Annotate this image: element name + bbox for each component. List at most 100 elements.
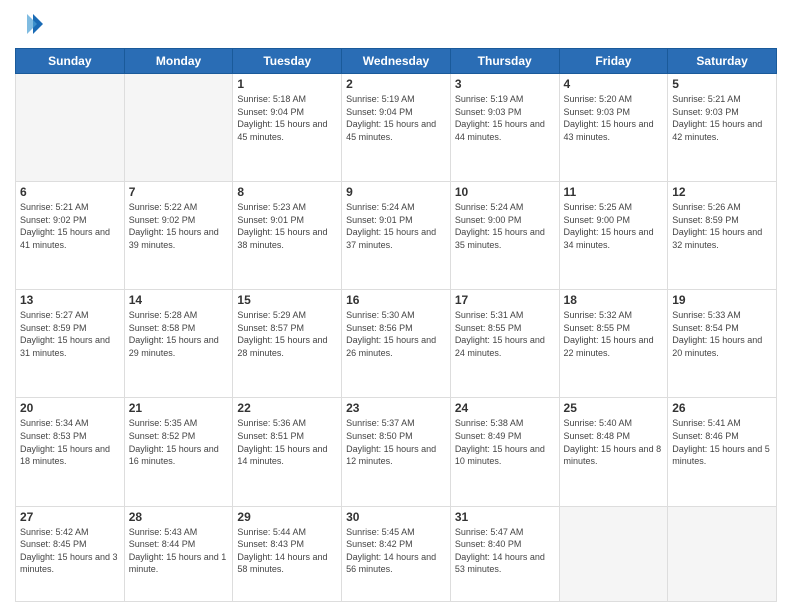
day-number: 14 <box>129 293 229 307</box>
calendar-day-cell: 31Sunrise: 5:47 AM Sunset: 8:40 PM Dayli… <box>450 506 559 601</box>
day-info: Sunrise: 5:47 AM Sunset: 8:40 PM Dayligh… <box>455 526 555 576</box>
calendar-day-cell: 24 Sunrise: 5:38 AM Sunset: 8:49 PM Dayli… <box>450 398 559 506</box>
calendar-day-header: Thursday <box>450 49 559 74</box>
day-number: 20 <box>20 401 120 415</box>
calendar-week-row: 20 Sunrise: 5:34 AM Sunset: 8:53 PM Dayli… <box>16 398 777 506</box>
day-info: Sunrise: 5:18 AM Sunset: 9:04 PM Dayligh… <box>237 93 337 143</box>
calendar-day-cell: 27 Sunrise: 5:42 AM Sunset: 8:45 PM Dayli… <box>16 506 125 601</box>
day-info: Sunrise: 5:19 AM Sunset: 9:03 PM Dayligh… <box>455 93 555 143</box>
day-info: Sunrise: 5:33 AM Sunset: 8:54 PM Dayligh… <box>672 309 772 359</box>
calendar-day-cell <box>16 74 125 182</box>
day-number: 15 <box>237 293 337 307</box>
day-info: Sunrise: 5:25 AM Sunset: 9:00 PM Dayligh… <box>564 201 664 251</box>
calendar-table: SundayMondayTuesdayWednesdayThursdayFrid… <box>15 48 777 602</box>
calendar-day-cell <box>124 74 233 182</box>
day-info: Sunrise: 5:24 AM Sunset: 9:01 PM Dayligh… <box>346 201 446 251</box>
day-number: 30 <box>346 510 446 524</box>
day-number: 27 <box>20 510 120 524</box>
day-number: 23 <box>346 401 446 415</box>
calendar-day-cell: 14 Sunrise: 5:28 AM Sunset: 8:58 PM Dayli… <box>124 290 233 398</box>
day-number: 12 <box>672 185 772 199</box>
calendar-day-cell: 9 Sunrise: 5:24 AM Sunset: 9:01 PM Daylig… <box>342 182 451 290</box>
day-info: Sunrise: 5:38 AM Sunset: 8:49 PM Dayligh… <box>455 417 555 467</box>
day-number: 8 <box>237 185 337 199</box>
day-info: Sunrise: 5:35 AM Sunset: 8:52 PM Dayligh… <box>129 417 229 467</box>
day-info: Sunrise: 5:27 AM Sunset: 8:59 PM Dayligh… <box>20 309 120 359</box>
day-info: Sunrise: 5:29 AM Sunset: 8:57 PM Dayligh… <box>237 309 337 359</box>
calendar-day-cell: 25Sunrise: 5:40 AM Sunset: 8:48 PM Dayli… <box>559 398 668 506</box>
day-number: 2 <box>346 77 446 91</box>
day-number: 3 <box>455 77 555 91</box>
calendar-day-cell: 11 Sunrise: 5:25 AM Sunset: 9:00 PM Dayli… <box>559 182 668 290</box>
logo <box>15 10 49 40</box>
calendar-day-cell: 8 Sunrise: 5:23 AM Sunset: 9:01 PM Daylig… <box>233 182 342 290</box>
day-info: Sunrise: 5:24 AM Sunset: 9:00 PM Dayligh… <box>455 201 555 251</box>
day-number: 9 <box>346 185 446 199</box>
calendar-day-cell <box>559 506 668 601</box>
page: SundayMondayTuesdayWednesdayThursdayFrid… <box>0 0 792 612</box>
calendar-day-cell: 22Sunrise: 5:36 AM Sunset: 8:51 PM Dayli… <box>233 398 342 506</box>
calendar-day-cell: 6 Sunrise: 5:21 AM Sunset: 9:02 PM Daylig… <box>16 182 125 290</box>
day-info: Sunrise: 5:34 AM Sunset: 8:53 PM Dayligh… <box>20 417 120 467</box>
header <box>15 10 777 40</box>
calendar-day-cell: 30 Sunrise: 5:45 AM Sunset: 8:42 PM Dayli… <box>342 506 451 601</box>
day-info: Sunrise: 5:23 AM Sunset: 9:01 PM Dayligh… <box>237 201 337 251</box>
day-info: Sunrise: 5:43 AM Sunset: 8:44 PM Dayligh… <box>129 526 229 576</box>
calendar-day-header: Saturday <box>668 49 777 74</box>
calendar-day-cell: 15 Sunrise: 5:29 AM Sunset: 8:57 PM Dayli… <box>233 290 342 398</box>
day-info: Sunrise: 5:41 AM Sunset: 8:46 PM Dayligh… <box>672 417 772 467</box>
day-number: 29 <box>237 510 337 524</box>
day-info: Sunrise: 5:45 AM Sunset: 8:42 PM Dayligh… <box>346 526 446 576</box>
calendar-day-cell <box>668 506 777 601</box>
day-number: 16 <box>346 293 446 307</box>
calendar-day-header: Sunday <box>16 49 125 74</box>
day-number: 5 <box>672 77 772 91</box>
day-number: 6 <box>20 185 120 199</box>
day-number: 11 <box>564 185 664 199</box>
day-info: Sunrise: 5:28 AM Sunset: 8:58 PM Dayligh… <box>129 309 229 359</box>
calendar-week-row: 1 Sunrise: 5:18 AM Sunset: 9:04 PM Daylig… <box>16 74 777 182</box>
day-number: 4 <box>564 77 664 91</box>
day-number: 21 <box>129 401 229 415</box>
calendar-week-row: 6 Sunrise: 5:21 AM Sunset: 9:02 PM Daylig… <box>16 182 777 290</box>
calendar-day-cell: 28 Sunrise: 5:43 AM Sunset: 8:44 PM Dayli… <box>124 506 233 601</box>
calendar-day-cell: 10Sunrise: 5:24 AM Sunset: 9:00 PM Dayli… <box>450 182 559 290</box>
logo-icon <box>15 10 45 40</box>
day-info: Sunrise: 5:40 AM Sunset: 8:48 PM Dayligh… <box>564 417 664 467</box>
day-info: Sunrise: 5:31 AM Sunset: 8:55 PM Dayligh… <box>455 309 555 359</box>
day-number: 26 <box>672 401 772 415</box>
calendar-day-cell: 3 Sunrise: 5:19 AM Sunset: 9:03 PM Daylig… <box>450 74 559 182</box>
calendar-day-cell: 5 Sunrise: 5:21 AM Sunset: 9:03 PM Daylig… <box>668 74 777 182</box>
calendar-day-header: Tuesday <box>233 49 342 74</box>
day-info: Sunrise: 5:21 AM Sunset: 9:03 PM Dayligh… <box>672 93 772 143</box>
calendar-day-cell: 2 Sunrise: 5:19 AM Sunset: 9:04 PM Daylig… <box>342 74 451 182</box>
calendar-day-cell: 18Sunrise: 5:32 AM Sunset: 8:55 PM Dayli… <box>559 290 668 398</box>
calendar-day-header: Friday <box>559 49 668 74</box>
day-number: 13 <box>20 293 120 307</box>
calendar-day-cell: 20 Sunrise: 5:34 AM Sunset: 8:53 PM Dayli… <box>16 398 125 506</box>
calendar-day-cell: 12 Sunrise: 5:26 AM Sunset: 8:59 PM Dayli… <box>668 182 777 290</box>
day-info: Sunrise: 5:20 AM Sunset: 9:03 PM Dayligh… <box>564 93 664 143</box>
calendar-day-cell: 1 Sunrise: 5:18 AM Sunset: 9:04 PM Daylig… <box>233 74 342 182</box>
calendar-day-cell: 23 Sunrise: 5:37 AM Sunset: 8:50 PM Dayli… <box>342 398 451 506</box>
calendar-day-cell: 29Sunrise: 5:44 AM Sunset: 8:43 PM Dayli… <box>233 506 342 601</box>
calendar-week-row: 13 Sunrise: 5:27 AM Sunset: 8:59 PM Dayli… <box>16 290 777 398</box>
day-info: Sunrise: 5:26 AM Sunset: 8:59 PM Dayligh… <box>672 201 772 251</box>
calendar-day-cell: 21 Sunrise: 5:35 AM Sunset: 8:52 PM Dayli… <box>124 398 233 506</box>
day-info: Sunrise: 5:42 AM Sunset: 8:45 PM Dayligh… <box>20 526 120 576</box>
calendar-day-cell: 19 Sunrise: 5:33 AM Sunset: 8:54 PM Dayli… <box>668 290 777 398</box>
day-number: 24 <box>455 401 555 415</box>
calendar-day-cell: 17 Sunrise: 5:31 AM Sunset: 8:55 PM Dayli… <box>450 290 559 398</box>
calendar-header-row: SundayMondayTuesdayWednesdayThursdayFrid… <box>16 49 777 74</box>
day-number: 28 <box>129 510 229 524</box>
calendar-day-cell: 7Sunrise: 5:22 AM Sunset: 9:02 PM Daylig… <box>124 182 233 290</box>
calendar-day-cell: 13 Sunrise: 5:27 AM Sunset: 8:59 PM Dayli… <box>16 290 125 398</box>
day-number: 19 <box>672 293 772 307</box>
day-number: 1 <box>237 77 337 91</box>
day-info: Sunrise: 5:37 AM Sunset: 8:50 PM Dayligh… <box>346 417 446 467</box>
day-number: 17 <box>455 293 555 307</box>
day-info: Sunrise: 5:19 AM Sunset: 9:04 PM Dayligh… <box>346 93 446 143</box>
day-info: Sunrise: 5:30 AM Sunset: 8:56 PM Dayligh… <box>346 309 446 359</box>
calendar-day-cell: 26 Sunrise: 5:41 AM Sunset: 8:46 PM Dayli… <box>668 398 777 506</box>
day-info: Sunrise: 5:21 AM Sunset: 9:02 PM Dayligh… <box>20 201 120 251</box>
